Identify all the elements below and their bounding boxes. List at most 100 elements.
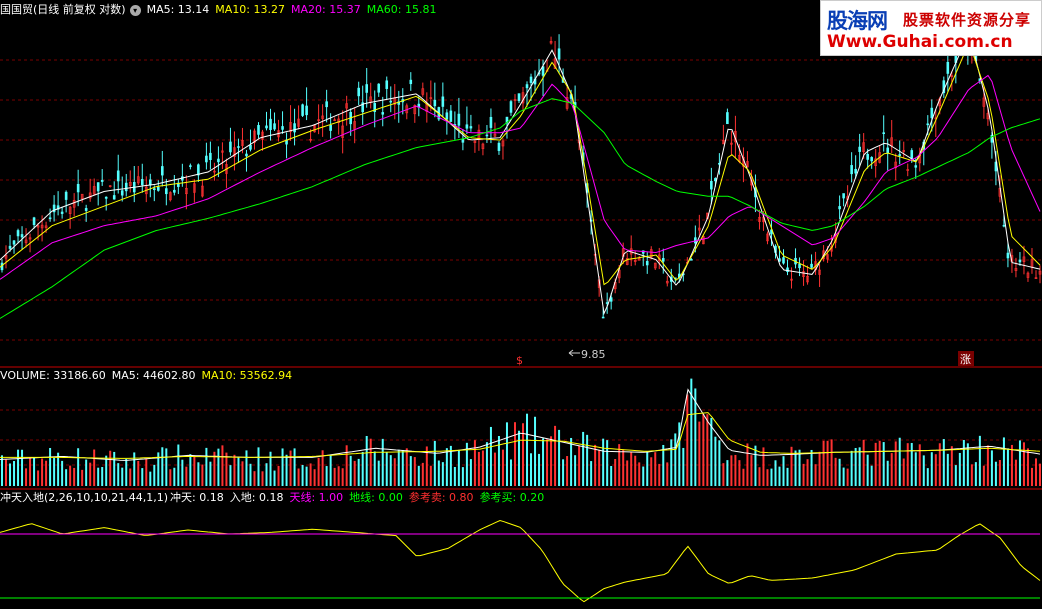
chart-canvas[interactable]: 9.85 $ 涨 <box>0 0 1042 609</box>
volume-bar <box>946 453 949 486</box>
candle-body <box>509 101 513 113</box>
volume-bar <box>850 450 853 486</box>
volume-bar <box>457 449 460 486</box>
volume-bar <box>962 439 965 486</box>
volume-bar <box>161 447 164 486</box>
candle-body <box>910 150 914 160</box>
volume-bar <box>922 455 925 486</box>
ma20-label: MA20: 15.37 <box>291 3 361 16</box>
candle-body <box>329 125 332 131</box>
volume-bar <box>433 440 436 486</box>
volume-bar <box>698 421 701 486</box>
volume-bar <box>189 454 192 486</box>
volume-bar <box>702 414 705 486</box>
candle-body <box>449 110 453 122</box>
candle-body <box>726 112 729 125</box>
candle-body <box>838 206 841 210</box>
volume-bar <box>758 467 761 486</box>
candle-body <box>157 186 160 191</box>
candle-body <box>465 124 469 129</box>
volume-bar <box>886 460 889 486</box>
volume-bar <box>818 451 821 486</box>
volume-bar <box>1030 467 1033 486</box>
volume-bar <box>722 463 725 486</box>
volume-bar <box>726 460 729 486</box>
volume-bar <box>1034 458 1037 486</box>
volume-ma10-label: MA10: 53562.94 <box>201 369 293 382</box>
settings-dropdown-icon[interactable]: ▾ <box>129 4 141 16</box>
volume-bar <box>622 449 625 486</box>
volume-bar <box>377 460 380 486</box>
candle-body <box>557 48 561 60</box>
volume-bar <box>606 440 609 486</box>
volume-bar <box>854 447 857 486</box>
volume-bar <box>526 413 529 486</box>
candle-body <box>1006 252 1010 259</box>
volume-bar <box>105 455 108 486</box>
candle-body <box>529 76 533 83</box>
volume-bar <box>153 464 156 486</box>
volume-bar <box>177 444 180 486</box>
volume-bar <box>882 442 885 486</box>
volume-bar <box>594 444 597 486</box>
volume-bar <box>173 467 176 486</box>
indicator-lines <box>0 519 1041 603</box>
volume-bar <box>926 468 929 486</box>
volume-bar <box>365 435 368 486</box>
volume-bar <box>337 466 340 486</box>
volume-bar <box>974 462 977 486</box>
candle-body <box>173 189 176 193</box>
volume-bar <box>89 462 92 486</box>
volume-bar <box>289 450 292 486</box>
volume-bar <box>505 422 508 486</box>
volume-bar <box>265 463 268 486</box>
volume-bar <box>982 465 985 486</box>
volume-bar <box>237 456 240 486</box>
volume-bar <box>910 442 913 486</box>
candle-body <box>100 179 104 182</box>
chongtian-label: 冲天: 0.18 <box>170 491 224 504</box>
candle-body <box>389 100 393 103</box>
watermark-badge[interactable]: 股海网 股票软件资源分享 Www.Guhai.com.cn <box>820 0 1042 56</box>
candle-body <box>16 230 20 237</box>
volume-bar <box>249 463 252 486</box>
volume-bar <box>317 457 320 486</box>
volume-bar <box>461 467 464 486</box>
candle-body <box>381 112 385 115</box>
volume-bar <box>201 464 204 486</box>
volume-bar <box>69 465 72 486</box>
volume-bar <box>958 452 961 486</box>
volume-bar <box>5 459 8 486</box>
volume-bar <box>205 447 208 486</box>
volume-bar <box>41 458 44 486</box>
volume-bar <box>373 451 376 486</box>
volume-bar <box>806 459 809 486</box>
volume-bar <box>437 460 440 486</box>
candle-body <box>914 165 918 168</box>
volume-bar <box>766 469 769 486</box>
candle-body <box>197 164 200 176</box>
volume-bar <box>626 460 629 486</box>
volume-bar <box>590 461 593 486</box>
volume-bar <box>17 449 20 486</box>
volume-bar <box>65 469 68 486</box>
volume-bar <box>1014 459 1017 486</box>
volume-bar <box>93 449 96 486</box>
candle-body <box>786 267 789 273</box>
stock-title[interactable]: 国国贸(日线 前复权 对数) <box>0 3 126 16</box>
volume-bar <box>333 467 336 486</box>
series-line-ma10 <box>0 412 1041 459</box>
volume-bar <box>389 455 392 486</box>
volume-bar <box>477 451 480 486</box>
candle-body <box>469 126 473 129</box>
volume-bar <box>33 457 36 486</box>
series-line-ma10 <box>0 43 1041 286</box>
volume-bar <box>738 460 741 486</box>
candle-body <box>305 105 308 116</box>
rudi-label: 入地: 0.18 <box>229 491 284 504</box>
indicator-name[interactable]: 冲天入地(2,26,10,10,21,44,1,1) <box>0 491 168 504</box>
volume-bar <box>682 447 685 486</box>
volume-bar <box>1010 444 1013 486</box>
volume-bar <box>85 459 88 486</box>
volume-bar <box>570 437 573 486</box>
